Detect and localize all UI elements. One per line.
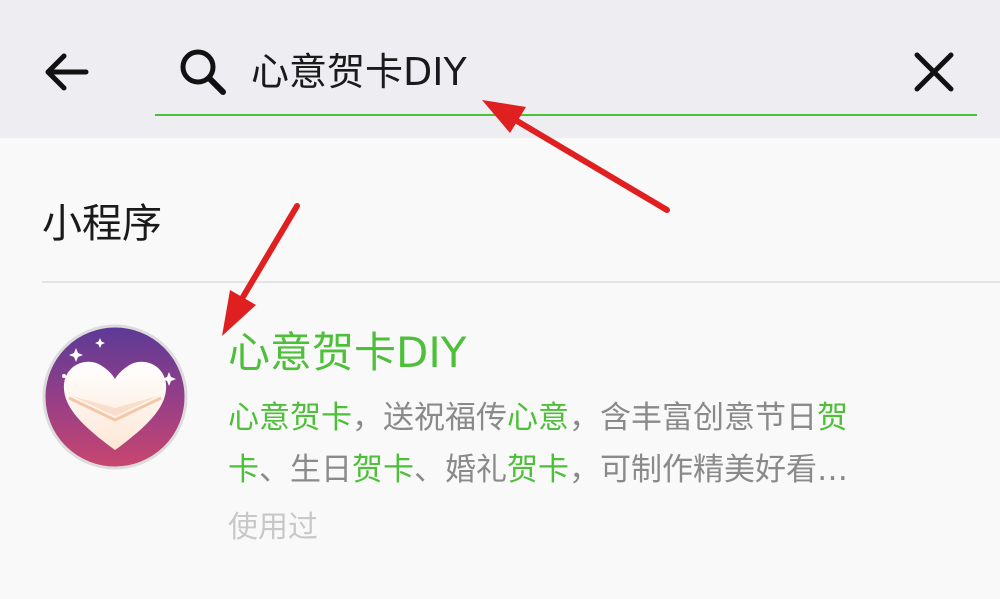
description-line-1: 心意贺卡，送祝福传心意，含丰富创意节日贺 [228,392,968,444]
arrow-left-icon [45,53,89,91]
search-field[interactable]: 心意贺卡DIY [155,30,977,116]
top-bar: 心意贺卡DIY [0,0,1000,138]
desc-segment: 贺 [817,400,848,436]
divider [42,281,1000,283]
section-title: 小程序 [42,201,162,247]
desc-segment: 贺卡 [507,452,569,488]
search-icon [180,49,226,95]
app-description: 心意贺卡，送祝福传心意，含丰富创意节日贺 卡、生日贺卡、婚礼贺卡，可制作精美好看… [228,392,968,496]
desc-segment: 贺卡 [352,452,414,488]
clear-button[interactable] [904,44,964,100]
search-input-value[interactable]: 心意贺卡DIY [251,44,467,100]
desc-segment: 心意贺卡 [228,400,352,436]
heart-envelope-icon [42,324,188,470]
desc-segment: 卡 [228,452,259,488]
desc-segment: 、婚礼 [414,452,507,488]
desc-segment: 心意 [507,400,569,436]
desc-segment: ，送祝福传 [352,400,507,436]
close-icon [914,52,954,92]
back-button[interactable] [36,44,96,100]
app-name[interactable]: 心意贺卡DIY [228,324,466,382]
desc-segment: ，可制作精美好看… [569,452,848,488]
description-line-2: 卡、生日贺卡、婚礼贺卡，可制作精美好看… [228,444,968,496]
desc-segment: ，含丰富创意节日 [569,400,817,436]
used-badge: 使用过 [228,510,318,545]
desc-segment: 、生日 [259,452,352,488]
mini-program-result[interactable]: 心意贺卡DIY 心意贺卡，送祝福传心意，含丰富创意节日贺 卡、生日贺卡、婚礼贺卡… [0,290,1000,570]
